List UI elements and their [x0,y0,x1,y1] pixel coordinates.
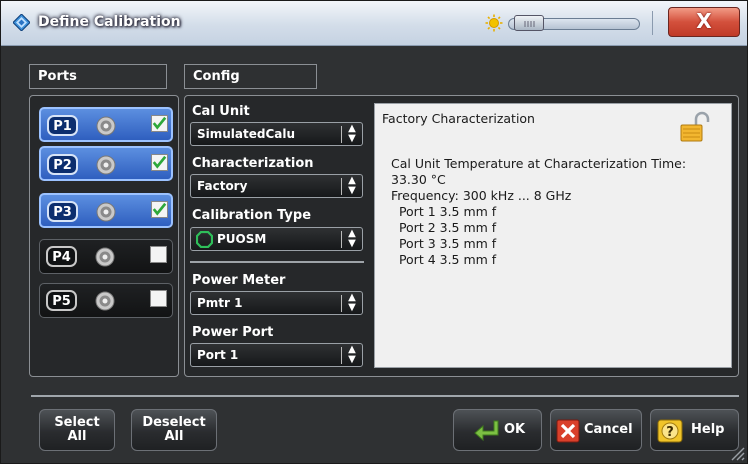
connector-icon [96,116,116,136]
deselect-all-line2: All [164,429,184,444]
rs-logo-icon [13,14,30,31]
checkbox-checked-icon[interactable] [151,154,168,171]
info-line: Port 4 3.5 mm f [391,252,497,267]
checkbox-checked-icon[interactable] [151,201,168,218]
port-label: P4 [46,246,77,267]
port-label: P1 [47,115,78,136]
connector-icon [96,155,116,175]
connector-icon [95,291,115,311]
define-calibration-dialog: Define Calibration X Ports P1 P2 P3 P4 P… [0,0,748,464]
info-line: 33.30 °C [391,172,446,187]
info-line: Port 2 3.5 mm f [391,220,497,235]
cal-unit-label: Cal Unit [192,104,250,119]
svg-text:?: ? [666,425,674,440]
grip-lines-icon [524,21,535,27]
info-line: Port 1 3.5 mm f [391,204,497,219]
port-button-p2[interactable]: P2 [39,146,173,181]
ok-button[interactable]: OK [453,409,542,451]
help-button[interactable]: ? Help [650,409,739,451]
select-all-line1: Select [54,415,100,430]
power-meter-select[interactable]: Pmtr 1 ▲ ▼ [190,291,363,315]
port-button-p1[interactable]: P1 [39,107,173,142]
config-divider [190,261,364,263]
deselect-all-line1: Deselect [142,415,206,430]
info-line: Frequency: 300 kHz ... 8 GHz [391,188,572,203]
checkbox-unchecked-icon[interactable] [150,290,167,307]
power-port-label: Power Port [192,325,274,340]
updown-arrow-icon: ▲ ▼ [348,292,356,313]
title-bar[interactable]: Define Calibration X [1,1,747,46]
ports-header: Ports [29,64,167,89]
ok-arrow-icon [474,420,499,442]
cal-unit-value: SimulatedCalu [197,127,296,141]
power-port-select[interactable]: Port 1 ▲ ▼ [190,343,363,367]
info-line: Cal Unit Temperature at Characterization… [391,156,687,171]
deselect-all-button[interactable]: Deselect All [131,409,217,451]
calibration-type-select[interactable]: PUOSM ▲ ▼ [190,227,363,251]
brightness-icon [485,14,503,32]
checkbox-checked-icon[interactable] [151,115,168,132]
port-button-p4[interactable]: P4 [39,239,173,274]
power-meter-label: Power Meter [192,273,286,288]
port-label: P3 [47,201,78,222]
info-title: Factory Characterization [382,111,535,126]
info-line: Port 3 3.5 mm f [391,236,497,251]
port-label: P2 [47,154,78,175]
help-label: Help [691,422,725,437]
calibration-type-value: PUOSM [217,232,267,246]
calkit-icon [196,231,213,248]
resize-grip-icon[interactable] [728,444,746,462]
close-button[interactable]: X [668,7,740,37]
power-port-value: Port 1 [197,348,239,362]
combo-separator [341,231,342,248]
config-header: Config [184,64,317,89]
port-button-p5[interactable]: P5 [39,283,173,318]
cal-unit-select[interactable]: SimulatedCalu ▲ ▼ [190,122,363,146]
help-icon: ? [657,419,683,443]
lock-icon [680,111,710,142]
combo-separator [341,126,342,143]
combo-separator [341,295,342,312]
characterization-label: Characterization [192,156,314,171]
bottom-separator [31,395,739,397]
characterization-select[interactable]: Factory ▲ ▼ [190,174,363,198]
cancel-label: Cancel [584,422,633,437]
checkbox-unchecked-icon[interactable] [150,246,167,263]
cancel-x-icon [556,419,580,443]
connector-icon [96,202,116,222]
combo-separator [341,178,342,195]
title-separator [652,11,653,35]
port-button-p3[interactable]: P3 [39,193,173,228]
select-all-line2: All [67,429,87,444]
updown-arrow-icon: ▲ ▼ [348,344,356,365]
ok-label: OK [504,422,526,437]
characterization-value: Factory [197,179,248,193]
updown-arrow-icon: ▲ ▼ [348,175,356,196]
power-meter-value: Pmtr 1 [197,296,243,310]
transparency-slider-thumb[interactable] [514,15,544,31]
dialog-title: Define Calibration [38,14,181,30]
cancel-button[interactable]: Cancel [550,409,642,451]
updown-arrow-icon: ▲ ▼ [348,123,356,144]
select-all-button[interactable]: Select All [39,409,115,451]
connector-icon [95,247,115,267]
port-label: P5 [46,290,77,311]
combo-separator [341,347,342,364]
updown-arrow-icon: ▲ ▼ [348,228,356,249]
close-icon: X [696,9,712,33]
calibration-type-label: Calibration Type [192,208,312,223]
